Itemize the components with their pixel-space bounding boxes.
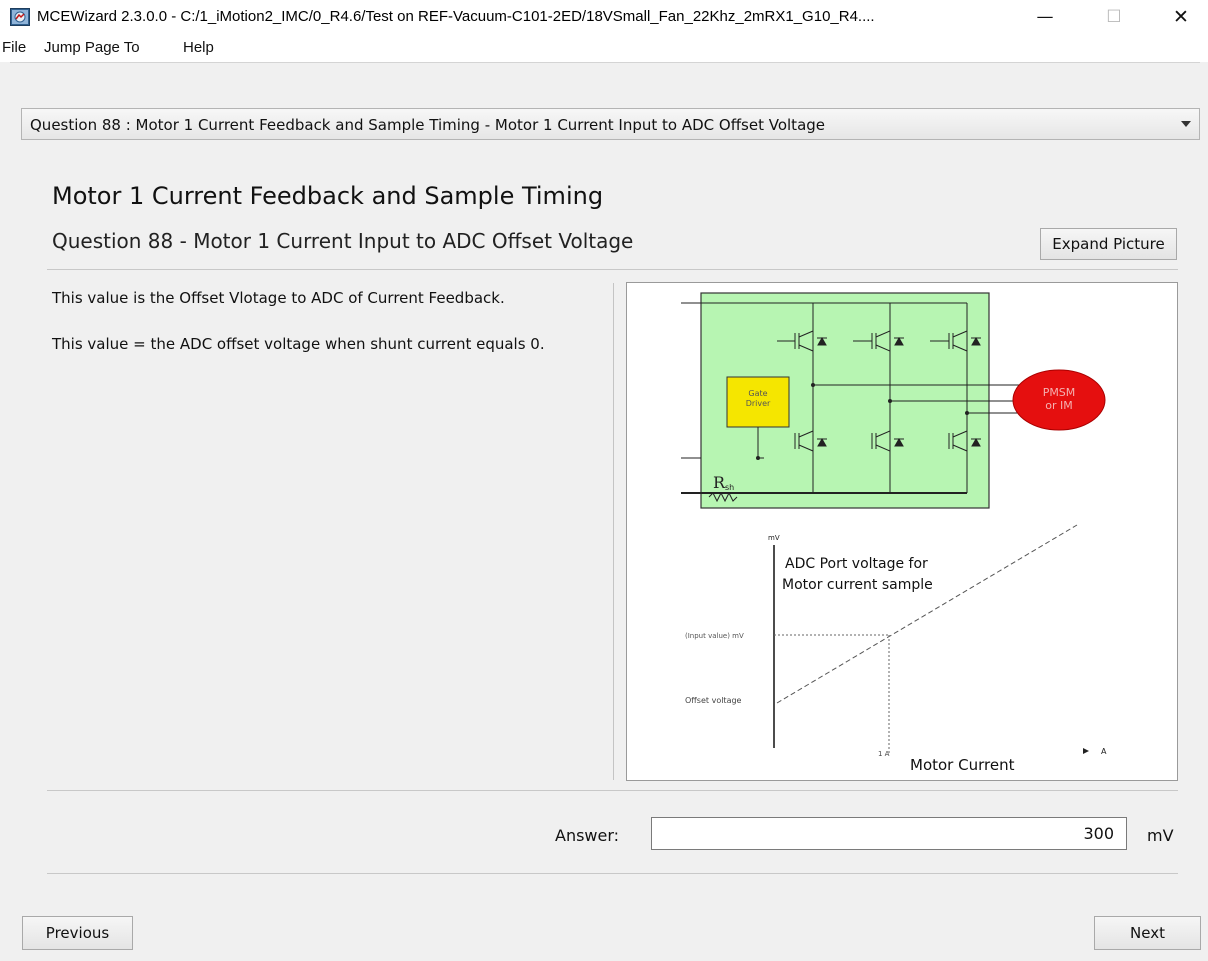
x-axis-label: Motor Current (910, 756, 1015, 774)
next-button[interactable]: Next (1094, 916, 1201, 950)
motor-label: or IM (1045, 399, 1072, 412)
question-title: Question 88 - Motor 1 Current Input to A… (52, 229, 634, 253)
divider (47, 269, 1178, 270)
divider (47, 873, 1178, 874)
question-dropdown[interactable]: Question 88 : Motor 1 Current Feedback a… (21, 108, 1200, 140)
window-title: MCEWizard 2.3.0.0 - C:/1_iMotion2_IMC/0_… (37, 8, 875, 25)
adc-voltage-line (776, 524, 1078, 704)
menu-help[interactable]: Help (183, 39, 214, 56)
close-button[interactable]: ✕ (1158, 2, 1204, 32)
input-value-label: (Input value) mV (685, 632, 744, 640)
vertical-divider (613, 283, 614, 780)
menu-file[interactable]: File (2, 39, 26, 56)
gate-driver-label: Gate (748, 389, 767, 398)
chevron-down-icon (1181, 121, 1191, 127)
x-unit-label: A (1101, 747, 1107, 756)
motor-label: PMSM (1043, 386, 1076, 399)
menu-divider (10, 62, 1200, 63)
section-title: Motor 1 Current Feedback and Sample Timi… (52, 182, 604, 210)
graph-title: Motor current sample (782, 577, 933, 593)
expand-picture-button[interactable]: Expand Picture (1040, 228, 1177, 260)
answer-unit: mV (1147, 826, 1174, 845)
offset-voltage-label: Offset voltage (685, 696, 742, 705)
description-line-1: This value is the Offset Vlotage to ADC … (52, 289, 505, 307)
shunt-subscript: sh (725, 483, 734, 492)
answer-input[interactable] (651, 817, 1127, 850)
arrow-right-icon (1083, 748, 1089, 754)
x-tick-label: 1 A (878, 750, 890, 758)
question-figure: Gate Driver PMSM or IM R sh mV ADC Port … (626, 282, 1178, 781)
motor-wizard-icon (10, 8, 30, 26)
title-bar: MCEWizard 2.3.0.0 - C:/1_iMotion2_IMC/0_… (0, 0, 1208, 34)
maximize-button[interactable]: ☐ (1091, 2, 1137, 32)
question-dropdown-value: Question 88 : Motor 1 Current Feedback a… (30, 116, 826, 134)
menu-jump-page-to[interactable]: Jump Page To (44, 39, 140, 56)
graph-title: ADC Port voltage for (785, 556, 928, 572)
previous-button[interactable]: Previous (22, 916, 133, 950)
question-description: This value is the Offset Vlotage to ADC … (52, 287, 602, 379)
gate-driver-label: Driver (746, 399, 771, 408)
circuit-and-graph-diagram: Gate Driver PMSM or IM R sh mV ADC Port … (681, 292, 1107, 774)
answer-label: Answer: (555, 826, 620, 845)
description-line-2: This value = the ADC offset voltage when… (52, 335, 545, 353)
divider (47, 790, 1178, 791)
menu-bar: File Jump Page To Help (0, 34, 1208, 62)
minimize-button[interactable]: — (1022, 2, 1068, 32)
graph-y-unit: mV (768, 534, 780, 542)
